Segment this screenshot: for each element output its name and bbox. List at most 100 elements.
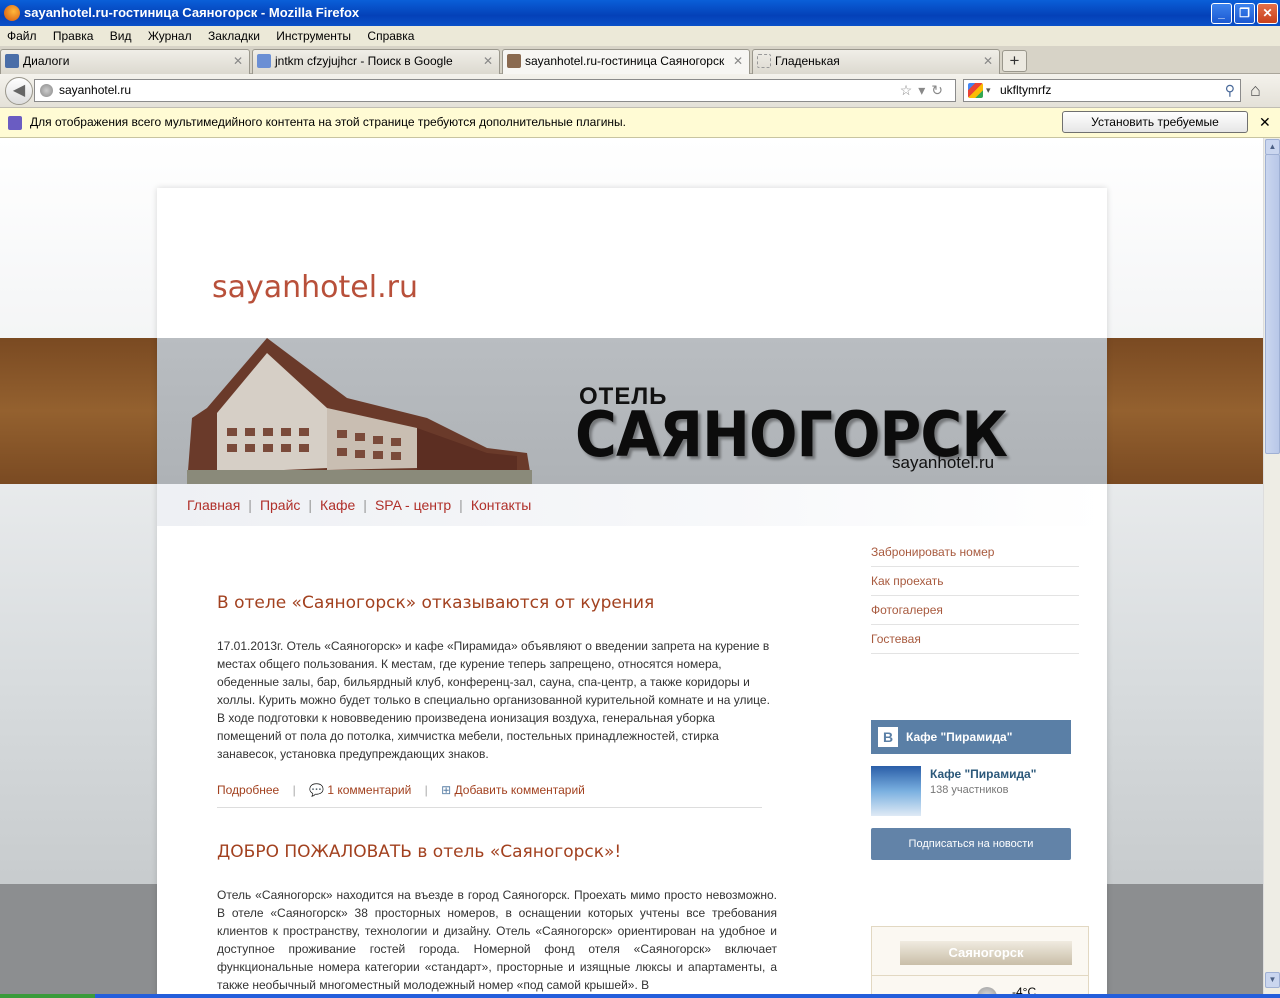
nav-separator: |: [363, 497, 367, 513]
url-text: sayanhotel.ru: [59, 83, 132, 97]
hotel-building-image: [187, 338, 532, 484]
close-window-button[interactable]: ✕: [1257, 3, 1278, 24]
meta-separator: |: [424, 783, 428, 797]
sidebar-link-booking[interactable]: Забронировать номер: [871, 538, 1079, 567]
site-navigation: Главная | Прайс | Кафе | SPA - центр | Контакты: [157, 484, 1107, 526]
search-icon[interactable]: ⚲: [1225, 80, 1235, 101]
article-meta: Подробнее | 💬 1 комментарий | ⊞ Добавить…: [217, 783, 777, 797]
bookmark-star-icon[interactable]: ☆▾↻: [900, 80, 949, 101]
tab-google-search[interactable]: jntkm cfzyjujhcr - Поиск в Google ✕: [252, 49, 500, 74]
start-button[interactable]: [0, 994, 95, 998]
add-comment-icon: ⊞: [441, 783, 452, 797]
hotel-favicon-icon: [507, 54, 521, 68]
tab-label: Диалоги: [23, 54, 70, 68]
window-title: sayanhotel.ru-гостиница Саяногорск - Moz…: [24, 5, 360, 20]
weather-divider: [872, 975, 1088, 976]
close-tab-icon[interactable]: ✕: [983, 50, 993, 73]
nav-separator: |: [308, 497, 313, 513]
page-viewport: sayanhotel.ru ОТЕЛЬ САЯНОГОРСК sayanhote…: [0, 138, 1263, 998]
tab-label: sayanhotel.ru-гостиница Саяногорск: [525, 54, 725, 68]
nav-contacts-link[interactable]: Контакты: [471, 497, 531, 513]
dropdown-icon[interactable]: ▾: [986, 80, 991, 101]
meta-separator: |: [292, 783, 296, 797]
tab-sayanhotel[interactable]: sayanhotel.ru-гостиница Саяногорск ✕: [502, 49, 750, 75]
site-page: sayanhotel.ru ОТЕЛЬ САЯНОГОРСК sayanhote…: [157, 188, 1107, 998]
tab-label: Гладенькая: [775, 54, 840, 68]
blank-favicon-icon: [757, 54, 771, 68]
weather-widget: Саяногорск -4°C: [871, 926, 1089, 998]
vk-subscribe-button[interactable]: Подписаться на новости: [871, 828, 1071, 860]
maximize-button[interactable]: ❐: [1234, 3, 1255, 24]
vk-group-thumbnail[interactable]: [871, 766, 921, 816]
close-tab-icon[interactable]: ✕: [233, 50, 243, 73]
article-title[interactable]: ДОБРО ПОЖАЛОВАТЬ в отель «Саяногорск»!: [217, 842, 777, 862]
article-no-smoking: В отеле «Саяногорск» отказываются от кур…: [217, 593, 777, 808]
nav-separator: |: [459, 497, 463, 513]
vk-logo-icon: B: [878, 727, 898, 747]
url-bar[interactable]: sayanhotel.ru ☆▾↻: [34, 79, 956, 102]
vertical-scrollbar[interactable]: ▲ ▼: [1263, 138, 1280, 998]
close-tab-icon[interactable]: ✕: [483, 50, 493, 73]
weather-city: Саяногорск: [900, 941, 1072, 965]
menu-bookmarks[interactable]: Закладки: [208, 29, 260, 43]
windows-taskbar: [0, 994, 1280, 998]
scroll-up-arrow-icon[interactable]: ▲: [1265, 139, 1280, 155]
article-divider: [217, 807, 762, 808]
menu-file[interactable]: Файл: [7, 29, 37, 43]
menu-bar: Файл Правка Вид Журнал Закладки Инструме…: [0, 26, 1280, 46]
menu-help[interactable]: Справка: [367, 29, 414, 43]
nav-price-link[interactable]: Прайс: [260, 497, 300, 513]
tab-bar: Диалоги ✕ jntkm cfzyjujhcr - Поиск в Goo…: [0, 46, 1280, 75]
globe-icon: [40, 84, 53, 97]
window-titlebar: sayanhotel.ru-гостиница Саяногорск - Moz…: [0, 0, 1280, 26]
add-comment-link[interactable]: Добавить комментарий: [455, 783, 585, 797]
vk-header-text: Кафе "Пирамида": [906, 730, 1013, 744]
scroll-down-arrow-icon[interactable]: ▼: [1265, 972, 1280, 988]
navigation-toolbar: ◀ sayanhotel.ru ☆▾↻ ▾ ukfltymrfz ⚲ ⌂: [0, 74, 1280, 108]
read-more-link[interactable]: Подробнее: [217, 783, 279, 797]
search-value: ukfltymrfz: [1000, 83, 1052, 97]
tab-label: jntkm cfzyjujhcr - Поиск в Google: [275, 54, 453, 68]
notification-text: Для отображения всего мультимедийного ко…: [30, 115, 627, 129]
tab-dialogs[interactable]: Диалоги ✕: [0, 49, 250, 74]
sidebar-links: Забронировать номер Как проехать Фотогал…: [871, 538, 1079, 654]
comments-link[interactable]: 1 комментарий: [327, 783, 411, 797]
vk-group-name[interactable]: Кафе "Пирамида": [930, 767, 1036, 781]
menu-edit[interactable]: Правка: [53, 29, 94, 43]
nav-home-link[interactable]: Главная: [187, 497, 240, 513]
back-button[interactable]: ◀: [5, 77, 33, 105]
plugin-icon: [8, 116, 22, 130]
sidebar-link-guestbook[interactable]: Гостевая: [871, 625, 1079, 654]
firefox-icon: [4, 5, 20, 21]
article-body: Отель «Саяногорск» находится на въезде в…: [217, 888, 777, 992]
vk-member-count: 138 участников: [930, 784, 1009, 796]
search-box[interactable]: ▾ ukfltymrfz ⚲: [963, 79, 1241, 102]
menu-history[interactable]: Журнал: [148, 29, 192, 43]
vk-widget-header[interactable]: B Кафе "Пирамида": [871, 720, 1071, 754]
menu-view[interactable]: Вид: [110, 29, 132, 43]
article-title[interactable]: В отеле «Саяногорск» отказываются от кур…: [217, 593, 777, 613]
comment-icon: 💬: [309, 783, 324, 797]
scrollbar-thumb[interactable]: [1265, 154, 1280, 454]
nav-cafe-link[interactable]: Кафе: [320, 497, 355, 513]
nav-separator: |: [248, 497, 252, 513]
close-tab-icon[interactable]: ✕: [733, 50, 743, 73]
article-body: 17.01.2013г. Отель «Саяногорск» и кафе «…: [217, 639, 770, 761]
close-notification-icon[interactable]: ✕: [1259, 108, 1271, 137]
vk-favicon-icon: [5, 54, 19, 68]
google-favicon-icon: [257, 54, 271, 68]
hotel-banner: ОТЕЛЬ САЯНОГОРСК sayanhotel.ru: [157, 338, 1107, 484]
google-icon[interactable]: [968, 83, 983, 98]
install-plugins-button[interactable]: Установить требуемые плагины...: [1062, 111, 1248, 149]
nav-spa-link[interactable]: SPA - центр: [375, 497, 451, 513]
new-tab-button[interactable]: +: [1002, 50, 1027, 72]
sidebar-link-directions[interactable]: Как проехать: [871, 567, 1079, 596]
tab-gladenkaya[interactable]: Гладенькая ✕: [752, 49, 1000, 74]
article-welcome: ДОБРО ПОЖАЛОВАТЬ в отель «Саяногорск»! О…: [217, 842, 777, 994]
home-icon[interactable]: ⌂: [1250, 80, 1261, 101]
menu-tools[interactable]: Инструменты: [276, 29, 351, 43]
site-title[interactable]: sayanhotel.ru: [212, 270, 418, 305]
minimize-button[interactable]: _: [1211, 3, 1232, 24]
sidebar-link-gallery[interactable]: Фотогалерея: [871, 596, 1079, 625]
banner-url: sayanhotel.ru: [892, 453, 995, 472]
